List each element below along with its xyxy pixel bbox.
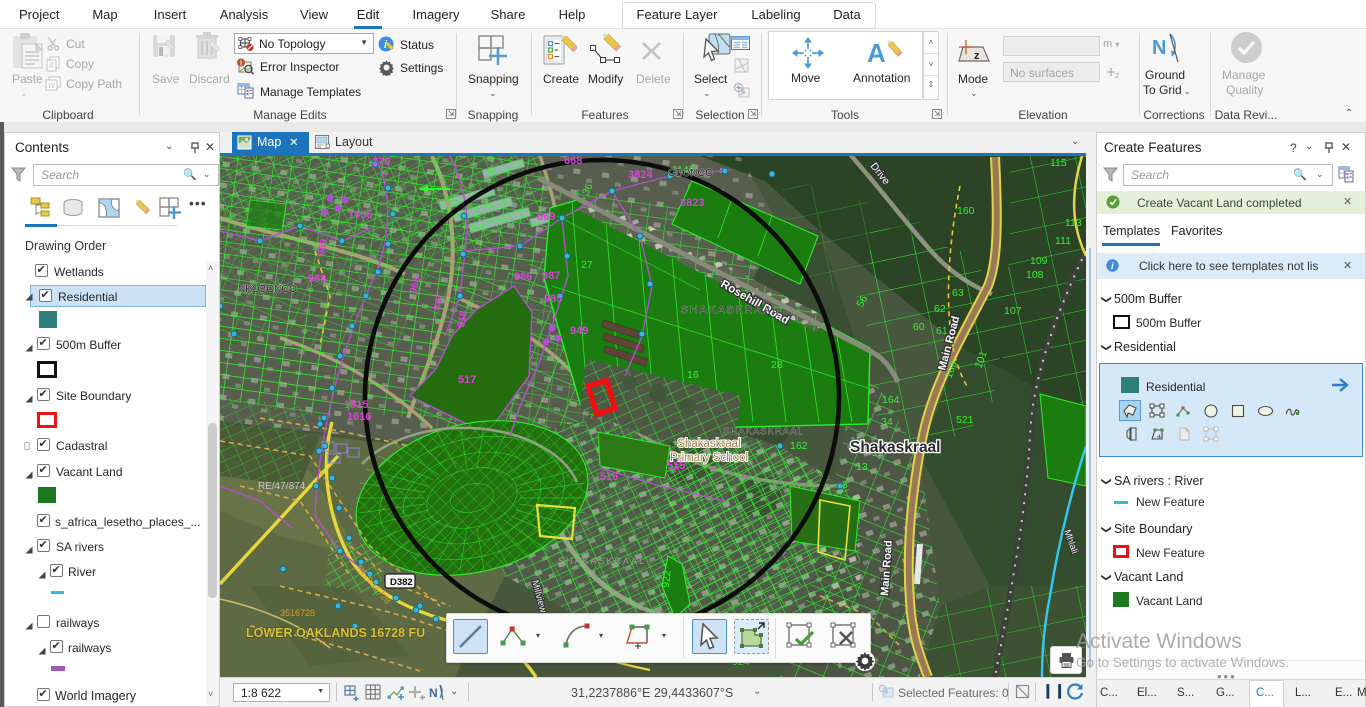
svg-text:27: 27	[581, 259, 593, 271]
svg-text:113: 113	[1065, 217, 1082, 229]
svg-text:13: 13	[856, 461, 868, 473]
svg-text:8: 8	[842, 479, 848, 491]
svg-text:Shakaskraal: Shakaskraal	[677, 438, 740, 450]
svg-text:34: 34	[881, 416, 893, 428]
svg-text:SHAKASKRAAL: SHAKASKRAAL	[681, 304, 780, 316]
svg-text:170: 170	[372, 156, 390, 168]
svg-text:162: 162	[790, 440, 808, 452]
svg-text:z: z	[974, 50, 980, 62]
svg-text:z: z	[1115, 70, 1120, 80]
svg-text:SHAKASKRAAL: SHAKASKRAAL	[558, 556, 646, 566]
svg-text:OBONGO: OBONGO	[668, 168, 713, 179]
svg-text:521: 521	[956, 414, 974, 426]
svg-text:669: 669	[537, 211, 555, 223]
svg-text:986: 986	[514, 271, 532, 283]
svg-text:517: 517	[458, 374, 476, 386]
svg-text:N: N	[1152, 37, 1166, 59]
svg-text:115: 115	[1050, 157, 1067, 169]
svg-text:949: 949	[570, 325, 588, 337]
svg-text:1856: 1856	[348, 209, 372, 221]
svg-text:N: N	[429, 686, 438, 700]
svg-text:3824: 3824	[628, 169, 653, 181]
svg-text:A: A	[867, 38, 886, 68]
svg-text:28: 28	[771, 359, 783, 371]
svg-text:63: 63	[952, 287, 964, 299]
svg-text:!: !	[240, 58, 243, 67]
svg-text:LOWER OAKLANDS 16728 FU: LOWER OAKLANDS 16728 FU	[246, 626, 425, 640]
svg-text:62: 62	[934, 303, 946, 315]
svg-text:60: 60	[913, 321, 925, 333]
svg-text:16: 16	[687, 369, 699, 381]
svg-text:SHAKASKRAAL: SHAKASKRAAL	[723, 426, 804, 437]
svg-text:668: 668	[564, 156, 582, 167]
svg-text:922: 922	[660, 570, 673, 589]
svg-text:109: 109	[1030, 255, 1048, 267]
svg-text:107: 107	[1004, 305, 1022, 317]
svg-text:1616: 1616	[347, 411, 371, 423]
svg-text:108: 108	[1026, 269, 1044, 281]
svg-text:i: i	[1111, 261, 1114, 272]
svg-text:989: 989	[308, 273, 326, 285]
svg-text:987: 987	[542, 270, 560, 282]
svg-text:516: 516	[600, 471, 618, 483]
svg-text:164: 164	[882, 394, 900, 406]
svg-text:3516728: 3516728	[280, 608, 315, 618]
svg-text:985: 985	[544, 293, 562, 305]
svg-text:Shakaskraal: Shakaskraal	[850, 439, 941, 456]
svg-text:RE/47/874: RE/47/874	[258, 481, 306, 492]
svg-text:3823: 3823	[680, 197, 704, 209]
svg-text:1815: 1815	[344, 399, 368, 411]
svg-text:Primary School: Primary School	[670, 452, 748, 464]
svg-text:111: 111	[1055, 235, 1071, 247]
svg-text:NKOBONGO: NKOBONGO	[238, 284, 297, 295]
svg-text:D382: D382	[390, 577, 413, 588]
svg-text:160: 160	[957, 205, 975, 217]
